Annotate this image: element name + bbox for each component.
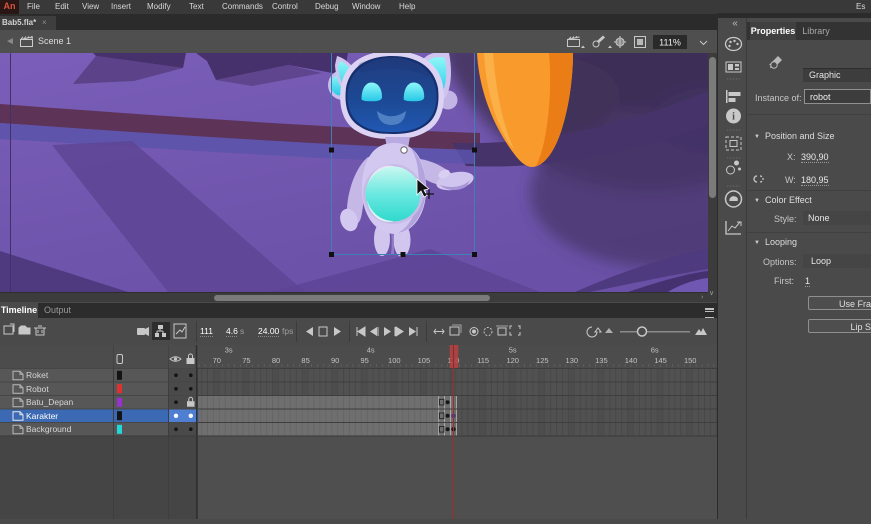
svg-text:70: 70 [213, 356, 221, 365]
svg-text:130: 130 [566, 356, 579, 365]
svg-text:85: 85 [301, 356, 309, 365]
svg-text:s: s [240, 326, 244, 336]
svg-text:24.00: 24.00 [258, 326, 280, 336]
svg-text:111: 111 [200, 326, 213, 336]
svg-text:i: i [732, 112, 735, 123]
svg-text:140: 140 [625, 356, 638, 365]
svg-text:fps: fps [282, 326, 293, 336]
svg-text:95: 95 [361, 356, 369, 365]
svg-text:Robot: Robot [26, 384, 49, 394]
svg-text:100: 100 [388, 356, 401, 365]
svg-text:125: 125 [536, 356, 549, 365]
svg-text:6s: 6s [651, 346, 659, 355]
svg-text:Background: Background [26, 424, 72, 434]
svg-text:4.6: 4.6 [226, 326, 238, 336]
svg-text:105: 105 [418, 356, 431, 365]
svg-text:150: 150 [684, 356, 697, 365]
svg-text:135: 135 [595, 356, 608, 365]
svg-text:Batu_Depan: Batu_Depan [26, 397, 74, 407]
svg-text:90: 90 [331, 356, 339, 365]
svg-text:145: 145 [654, 356, 667, 365]
svg-text:75: 75 [242, 356, 250, 365]
svg-text:111%: 111% [659, 38, 681, 48]
svg-text:3s: 3s [225, 346, 233, 355]
svg-text:115: 115 [477, 356, 489, 365]
svg-text:«: « [732, 18, 738, 29]
svg-text:Karakter: Karakter [26, 411, 58, 421]
svg-text:120: 120 [506, 356, 519, 365]
svg-text:5s: 5s [509, 346, 517, 355]
svg-text:Roket: Roket [26, 370, 49, 380]
svg-text:80: 80 [272, 356, 280, 365]
svg-text:4s: 4s [367, 346, 375, 355]
